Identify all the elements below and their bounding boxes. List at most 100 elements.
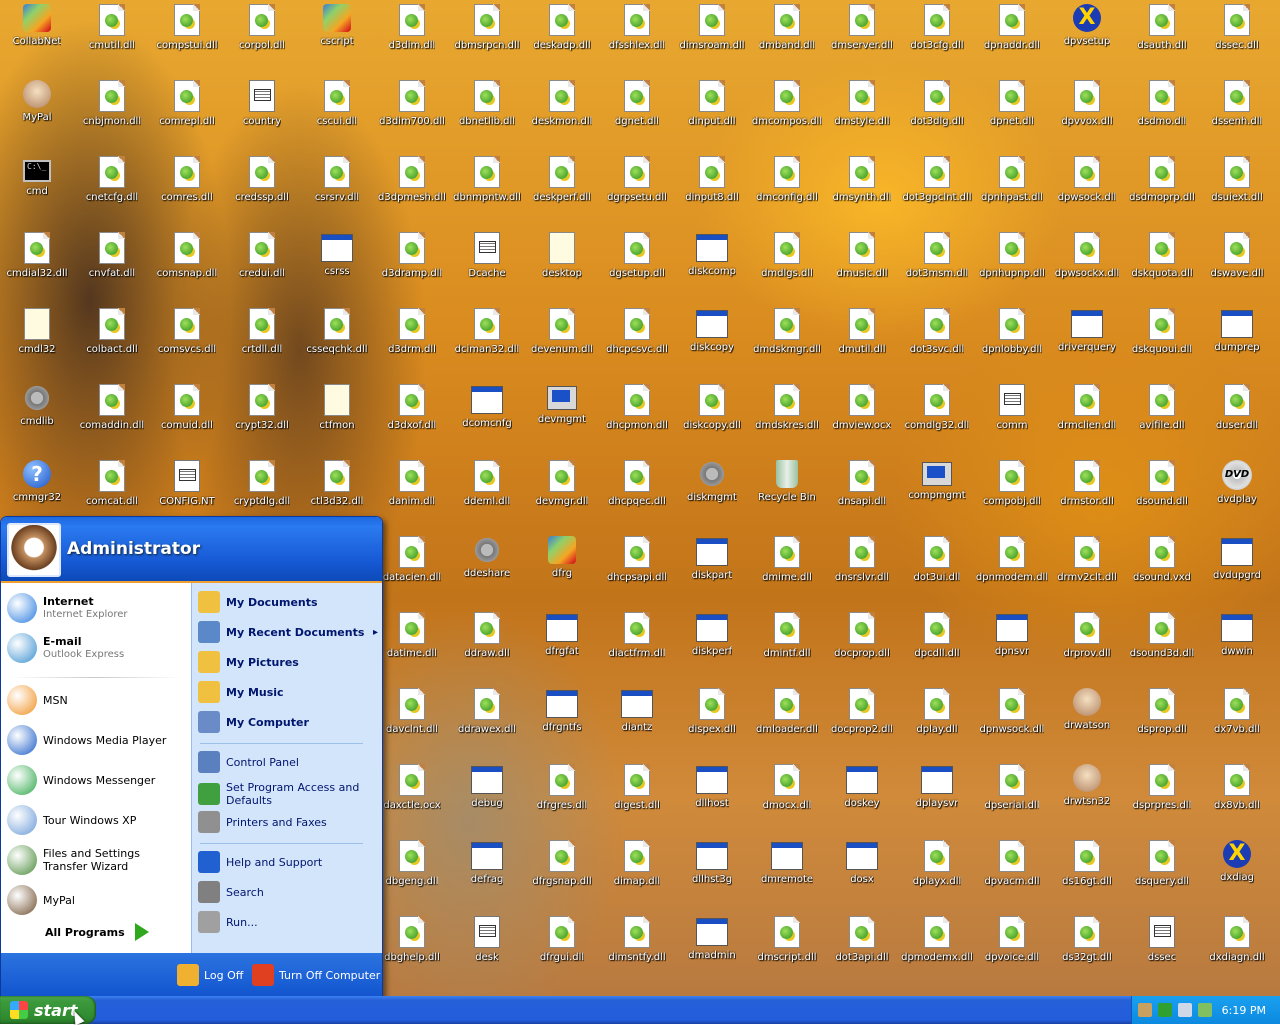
desktop-icon[interactable]: drmclien.dll: [1050, 380, 1124, 452]
desktop-icon[interactable]: drwatson: [1050, 684, 1124, 756]
desktop-icon[interactable]: duser.dll: [1200, 380, 1274, 452]
desktop-icon[interactable]: dpvacm.dll: [975, 836, 1049, 908]
desktop-icon[interactable]: dnsapi.dll: [825, 456, 899, 528]
start-right-item[interactable]: Help and Support: [198, 851, 378, 873]
desktop-icon[interactable]: dmremote: [750, 836, 824, 908]
desktop-icon[interactable]: dx8vb.dll: [1200, 760, 1274, 832]
desktop-icon[interactable]: dbgeng.dll: [375, 836, 449, 908]
desktop-icon[interactable]: dxdiagn.dll: [1200, 912, 1274, 984]
desktop-icon[interactable]: diantz: [600, 684, 674, 756]
desktop-icon[interactable]: cmdlib: [0, 380, 74, 452]
desktop-icon[interactable]: dgnet.dll: [600, 76, 674, 148]
desktop-icon[interactable]: dplayx.dll: [900, 836, 974, 908]
desktop-icon[interactable]: daxctle.ocx: [375, 760, 449, 832]
desktop-icon[interactable]: dmintf.dll: [750, 608, 824, 680]
desktop-icon[interactable]: dfsshlex.dll: [600, 0, 674, 72]
desktop-icon[interactable]: comdlg32.dll: [900, 380, 974, 452]
desktop-icon[interactable]: desktop: [525, 228, 599, 300]
desktop-icon[interactable]: d3dxof.dll: [375, 380, 449, 452]
desktop-icon[interactable]: dskquota.dll: [1125, 228, 1199, 300]
desktop-icon[interactable]: driverquery: [1050, 304, 1124, 376]
tray-network-icon[interactable]: [1158, 1003, 1172, 1017]
desktop-icon[interactable]: dot3ui.dll: [900, 532, 974, 604]
desktop-icon[interactable]: dot3cfg.dll: [900, 0, 974, 72]
desktop-icon[interactable]: dsquery.dll: [1125, 836, 1199, 908]
desktop-icon[interactable]: dhcpcsvc.dll: [600, 304, 674, 376]
desktop-icon[interactable]: Xdxdiag: [1200, 836, 1274, 908]
desktop-icon[interactable]: avifile.dll: [1125, 380, 1199, 452]
desktop-icon[interactable]: ddeshare: [450, 532, 524, 604]
desktop-icon[interactable]: dmscript.dll: [750, 912, 824, 984]
desktop-icon[interactable]: dpvvox.dll: [1050, 76, 1124, 148]
desktop-icon[interactable]: d3dim700.dll: [375, 76, 449, 148]
desktop-icon[interactable]: ddraw.dll: [450, 608, 524, 680]
start-recent-item[interactable]: Tour Windows XP: [7, 805, 187, 835]
desktop-icon[interactable]: csseqchk.dll: [300, 304, 374, 376]
desktop-icon[interactable]: dfrgui.dll: [525, 912, 599, 984]
desktop-icon[interactable]: dsprop.dll: [1125, 684, 1199, 756]
desktop-icon[interactable]: desk: [450, 912, 524, 984]
start-pinned-internet[interactable]: Internet Internet Explorer: [7, 593, 187, 623]
desktop-icon[interactable]: comaddin.dll: [75, 380, 149, 452]
start-right-item[interactable]: My Pictures: [198, 651, 378, 673]
desktop-icon[interactable]: crtdll.dll: [225, 304, 299, 376]
desktop-icon[interactable]: diskcomp: [675, 228, 749, 300]
desktop-icon[interactable]: dimap.dll: [600, 836, 674, 908]
start-recent-item[interactable]: Windows Media Player: [7, 725, 187, 755]
desktop-icon[interactable]: dssec.dll: [1200, 0, 1274, 72]
desktop-icon[interactable]: dfrgfat: [525, 608, 599, 680]
desktop-icon[interactable]: dmdskmgr.dll: [750, 304, 824, 376]
desktop-icon[interactable]: d3dim.dll: [375, 0, 449, 72]
desktop-icon[interactable]: dbmsrpcn.dll: [450, 0, 524, 72]
desktop-icon[interactable]: colbact.dll: [75, 304, 149, 376]
desktop-icon[interactable]: dpvoice.dll: [975, 912, 1049, 984]
desktop-icon[interactable]: drprov.dll: [1050, 608, 1124, 680]
desktop-icon[interactable]: comres.dll: [150, 152, 224, 224]
desktop-icon[interactable]: cmutil.dll: [75, 0, 149, 72]
desktop-icon[interactable]: diskmgmt: [675, 456, 749, 528]
user-avatar[interactable]: [7, 523, 61, 577]
start-recent-item[interactable]: Windows Messenger: [7, 765, 187, 795]
start-right-item[interactable]: Run...: [198, 911, 378, 933]
desktop-icon[interactable]: debug: [450, 760, 524, 832]
start-right-item[interactable]: Search: [198, 881, 378, 903]
desktop-icon[interactable]: dx7vb.dll: [1200, 684, 1274, 756]
desktop-icon[interactable]: ds16gt.dll: [1050, 836, 1124, 908]
tray-app-icon[interactable]: [1138, 1003, 1152, 1017]
desktop-icon[interactable]: dssec: [1125, 912, 1199, 984]
desktop-icon[interactable]: Dcache: [450, 228, 524, 300]
desktop-icon[interactable]: ddeml.dll: [450, 456, 524, 528]
desktop-icon[interactable]: dosx: [825, 836, 899, 908]
desktop-icon[interactable]: cscript: [300, 0, 374, 72]
desktop-icon[interactable]: docprop2.dll: [825, 684, 899, 756]
clock[interactable]: 6:19 PM: [1222, 1004, 1266, 1017]
desktop-icon[interactable]: dnsrslvr.dll: [825, 532, 899, 604]
desktop-icon[interactable]: dgsetup.dll: [600, 228, 674, 300]
desktop-icon[interactable]: crypt32.dll: [225, 380, 299, 452]
desktop-icon[interactable]: dbnmpntw.dll: [450, 152, 524, 224]
desktop-icon[interactable]: dmview.ocx: [825, 380, 899, 452]
start-right-item[interactable]: Set Program Access and Defaults: [198, 781, 378, 807]
desktop-icon[interactable]: comsnap.dll: [150, 228, 224, 300]
desktop-icon[interactable]: diskcopy: [675, 304, 749, 376]
desktop-icon[interactable]: dsdmo.dll: [1125, 76, 1199, 148]
desktop-icon[interactable]: docprop.dll: [825, 608, 899, 680]
desktop-icon[interactable]: dmsynth.dll: [825, 152, 899, 224]
start-right-item[interactable]: Control Panel: [198, 751, 378, 773]
tray-volume-icon[interactable]: [1178, 1003, 1192, 1017]
desktop-icon[interactable]: cnbjmon.dll: [75, 76, 149, 148]
desktop-icon[interactable]: d3drm.dll: [375, 304, 449, 376]
desktop-icon[interactable]: dot3svc.dll: [900, 304, 974, 376]
desktop-icon[interactable]: compstui.dll: [150, 0, 224, 72]
desktop-icon[interactable]: dplay.dll: [900, 684, 974, 756]
desktop-icon[interactable]: diskcopy.dll: [675, 380, 749, 452]
desktop-icon[interactable]: deskmon.dll: [525, 76, 599, 148]
desktop-icon[interactable]: dpnet.dll: [975, 76, 1049, 148]
start-right-item[interactable]: My Music: [198, 681, 378, 703]
desktop-icon[interactable]: dswave.dll: [1200, 228, 1274, 300]
desktop-icon[interactable]: compmgmt: [900, 456, 974, 528]
desktop-icon[interactable]: defrag: [450, 836, 524, 908]
desktop-icon[interactable]: dmdskres.dll: [750, 380, 824, 452]
desktop-icon[interactable]: dpnaddr.dll: [975, 0, 1049, 72]
desktop-icon[interactable]: dpnhupnp.dll: [975, 228, 1049, 300]
